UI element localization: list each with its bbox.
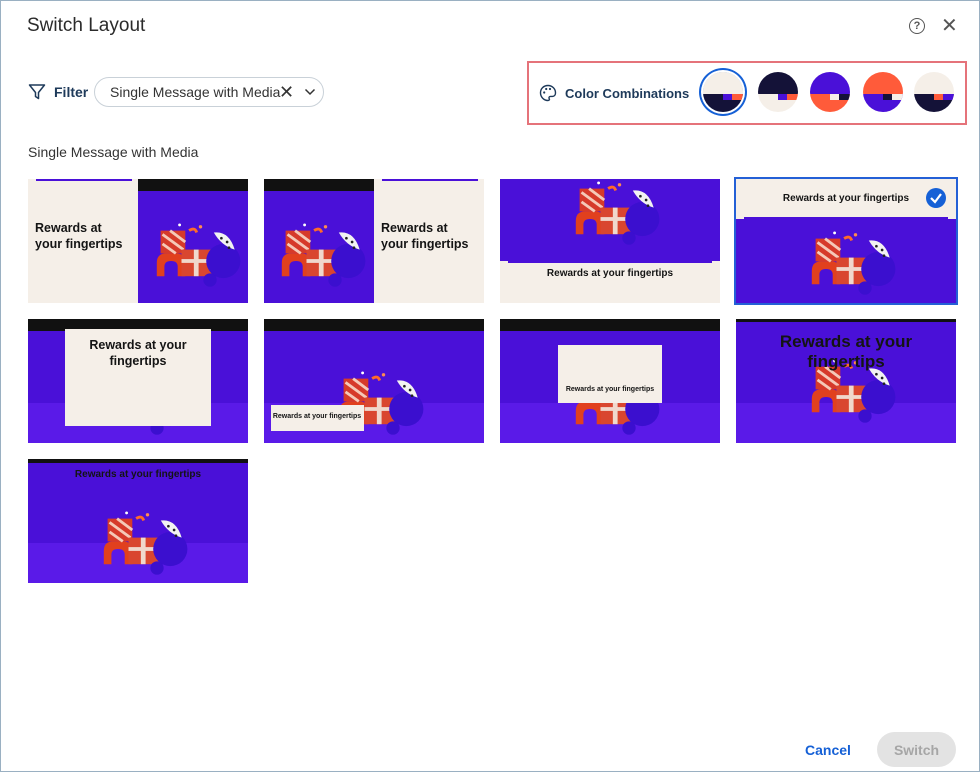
filter-label: Filter	[54, 84, 89, 100]
thumbnail-caption: Rewards at	[381, 221, 449, 235]
color-swatch-purple-orange-cream-navy[interactable]	[810, 72, 850, 112]
color-swatch-cream-navy-orange-purple[interactable]	[914, 72, 954, 112]
layout-thumbnail-overlay-large[interactable]: Rewards at your fingertips	[736, 319, 956, 443]
layout-thumbnail-bottom-banner[interactable]: Rewards at your fingertips	[500, 179, 720, 303]
switch-button[interactable]: Switch	[877, 732, 956, 767]
chevron-down-icon[interactable]	[304, 87, 316, 97]
close-icon[interactable]: ✕	[941, 15, 958, 37]
layout-thumbnail-right-text[interactable]: Rewards at your fingertips	[264, 179, 484, 303]
thumbnail-caption: your fingertips	[381, 237, 469, 251]
thumbnail-caption: Rewards at your	[89, 338, 186, 352]
section-title: Single Message with Media	[28, 144, 199, 160]
color-swatch-orange-purple-navy-cream[interactable]	[863, 72, 903, 112]
color-swatch-navy-cream-purple-orange[interactable]	[758, 72, 798, 112]
palette-icon	[539, 84, 557, 102]
thumbnail-caption: fingertips	[110, 354, 167, 368]
color-combinations-panel: Color Combinations	[527, 61, 967, 125]
color-swatch-cream-navy-purple-orange[interactable]	[703, 72, 743, 112]
switch-layout-dialog: Switch Layout ? ✕ Filter Single Message …	[0, 0, 980, 772]
layout-thumbnail-top-banner[interactable]: Rewards at your fingertips	[736, 179, 956, 303]
thumbnail-caption: fingertips	[807, 352, 884, 371]
layout-thumbnail-overlay-small[interactable]: Rewards at your fingertips	[28, 459, 248, 583]
cancel-button[interactable]: Cancel	[805, 742, 851, 758]
thumbnail-caption: Rewards at your	[780, 332, 913, 351]
filter-selected-value: Single Message with Media	[110, 84, 281, 100]
filter-toggle[interactable]: Filter	[28, 83, 88, 101]
help-circle-icon[interactable]: ?	[909, 18, 925, 34]
filter-funnel-icon	[28, 84, 46, 100]
clear-filter-icon[interactable]: ✕	[279, 83, 294, 101]
filter-select[interactable]: Single Message with Media ✕	[94, 77, 324, 107]
dialog-title: Switch Layout	[27, 15, 146, 36]
thumbnail-caption: Rewards at your fingertips	[783, 193, 910, 204]
thumbnail-caption: Rewards at your fingertips	[75, 469, 202, 480]
layout-thumbnail-center-card-large[interactable]: Rewards at your fingertips	[28, 319, 248, 443]
layout-thumbnail-left-text[interactable]: Rewards at your fingertips	[28, 179, 248, 303]
thumbnail-caption: Rewards at your fingertips	[566, 386, 654, 393]
thumbnail-caption: your fingertips	[35, 237, 123, 251]
layout-thumbnail-center-card-small[interactable]: Rewards at your fingertips	[500, 319, 720, 443]
layout-thumbnail-bottom-left-tag[interactable]: Rewards at your fingertips	[264, 319, 484, 443]
thumbnail-caption: Rewards at	[35, 221, 103, 235]
thumbnail-caption: Rewards at your fingertips	[547, 268, 674, 279]
color-combinations-label: Color Combinations	[565, 86, 690, 101]
thumbnail-caption: Rewards at your fingertips	[273, 413, 361, 420]
